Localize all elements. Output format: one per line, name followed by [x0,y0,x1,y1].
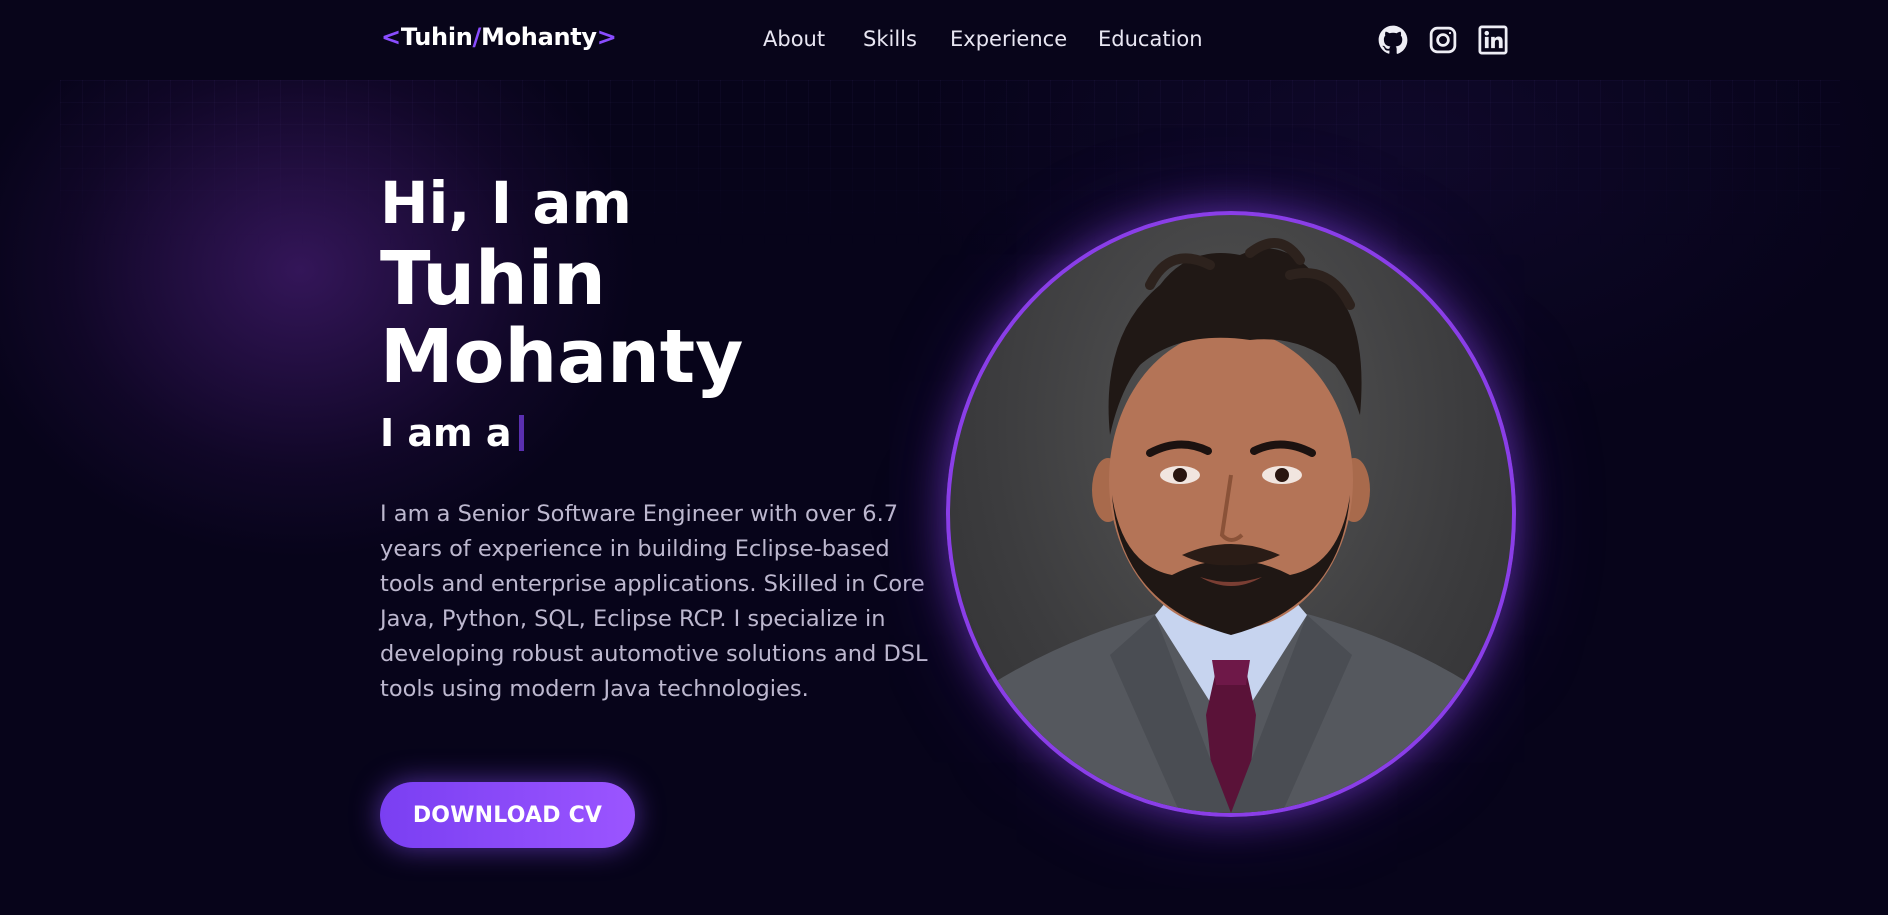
linkedin-icon[interactable] [1478,25,1508,55]
site-logo[interactable]: <Tuhin/Mohanty> [381,23,617,51]
logo-last-name: Mohanty [481,23,597,51]
nav-link-about[interactable]: About [763,27,825,51]
typing-cursor [519,415,525,451]
logo-first-name: Tuhin [400,23,473,51]
nav-link-skills[interactable]: Skills [863,27,917,51]
logo-open-bracket: < [381,23,401,51]
bio-paragraph: I am a Senior Software Engineer with ove… [380,501,928,702]
nav-link-experience[interactable]: Experience [950,27,1067,51]
greeting-heading: Hi, I am [380,169,632,237]
profile-photo-illustration [950,238,1512,813]
role-typewriter: I am a [380,411,525,455]
page: <Tuhin/Mohanty> About Skills Experience … [0,0,1888,915]
logo-close-bracket: > [596,23,617,51]
name-first: Tuhin [380,236,606,322]
name-last: Mohanty [380,314,744,400]
download-cv-button[interactable]: DOWNLOAD CV [380,782,635,848]
navbar: <Tuhin/Mohanty> About Skills Experience … [0,0,1888,80]
instagram-icon[interactable] [1428,25,1458,55]
github-icon[interactable] [1378,25,1408,55]
role-prefix: I am a [380,411,512,455]
profile-photo [946,211,1516,817]
nav-link-education[interactable]: Education [1098,27,1203,51]
logo-slash: / [472,23,482,51]
name-heading: Tuhin Mohanty [380,240,900,396]
